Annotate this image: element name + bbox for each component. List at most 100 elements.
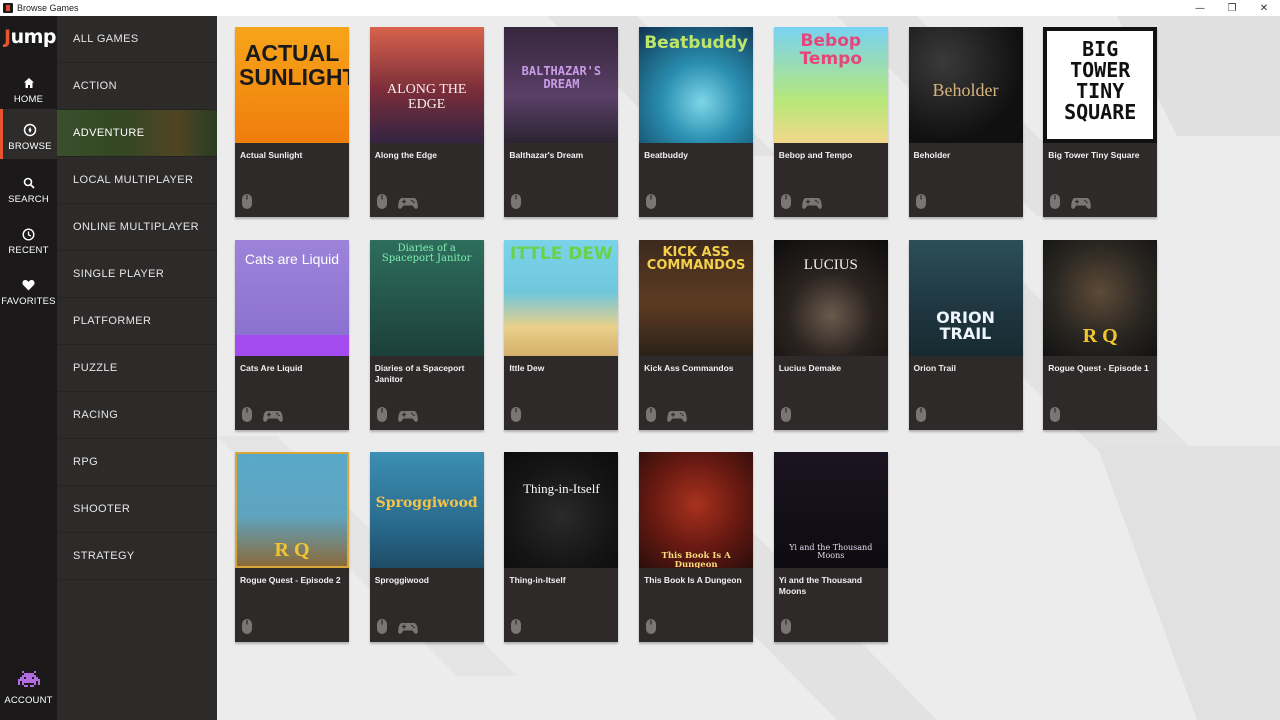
mouse-icon	[241, 406, 253, 428]
rail-item-recent[interactable]: RECENT	[0, 213, 57, 263]
input-support-icons	[241, 406, 283, 428]
game-card-balthazar-s-dream[interactable]: BALTHAZAR'S DREAM Balthazar's Dream	[504, 27, 619, 217]
rail-item-favorites[interactable]: FAVORITES	[0, 264, 57, 314]
category-adventure[interactable]: ADVENTURE	[57, 110, 217, 157]
category-puzzle[interactable]: PUZZLE	[57, 345, 217, 392]
game-card-cats-are-liquid[interactable]: Cats are Liquid Cats Are Liquid	[235, 239, 349, 430]
rail-item-home[interactable]: HOME	[0, 62, 57, 112]
game-cover-art: ITTLE DEW	[504, 239, 619, 356]
input-support-icons	[645, 618, 657, 640]
search-icon	[23, 176, 35, 190]
game-card-beatbuddy[interactable]: Beatbuddy Beatbuddy	[639, 27, 754, 217]
mouse-icon	[915, 406, 927, 428]
input-support-icons	[376, 618, 418, 640]
game-title: Thing-in-Itself	[509, 575, 566, 585]
game-grid-area[interactable]: ACTUAL SUNLIGHT Actual Sunlight ALONG THE …	[217, 16, 1280, 720]
category-rpg[interactable]: RPG	[57, 439, 217, 486]
rail-item-search[interactable]: SEARCH	[0, 162, 57, 212]
game-card-lucius-demake[interactable]: LUCIUS Lucius Demake	[773, 239, 888, 430]
game-card-this-book-is-a-dungeon[interactable]: This Book Is A Dungeon This Book Is A Dun…	[639, 452, 754, 642]
game-card-rogue-quest-episode-2[interactable]: R Q Rogue Quest - Episode 2	[235, 452, 349, 642]
game-title: Rogue Quest - Episode 2	[240, 575, 341, 585]
category-action[interactable]: ACTION	[57, 63, 217, 110]
rail-item-browse[interactable]: BROWSE	[0, 109, 57, 159]
mouse-icon	[645, 618, 657, 640]
game-cover-art: ACTUAL SUNLIGHT	[235, 27, 349, 143]
restore-button[interactable]: ❐	[1216, 0, 1248, 16]
close-button[interactable]: ✕	[1248, 0, 1280, 16]
category-racing[interactable]: RACING	[57, 392, 217, 439]
mouse-icon	[241, 193, 253, 215]
input-support-icons	[376, 406, 418, 428]
window-titlebar: Browse Games — ❐ ✕	[0, 0, 1280, 16]
category-platformer[interactable]: PLATFORMER	[57, 298, 217, 345]
category-online-multiplayer[interactable]: ONLINE MULTIPLAYER	[57, 204, 217, 251]
gamepad-icon	[397, 196, 418, 215]
gamepad-icon	[397, 409, 418, 428]
rail-item-account[interactable]: ACCOUNT	[0, 664, 57, 716]
mouse-icon	[1049, 193, 1061, 215]
game-card-diaries-of-a-spaceport-janitor[interactable]: Diaries of a Spaceport Janitor Diaries of…	[369, 239, 484, 430]
game-card-sproggiwood[interactable]: Sproggiwood Sproggiwood	[369, 452, 484, 642]
game-title: This Book Is A Dungeon	[644, 575, 742, 585]
cover-logo-text: Beatbuddy	[644, 33, 748, 53]
mouse-icon	[510, 618, 522, 640]
game-card-ittle-dew[interactable]: ITTLE DEW Ittle Dew	[504, 239, 619, 430]
category-shooter[interactable]: SHOOTER	[57, 486, 217, 533]
input-support-icons	[510, 618, 522, 640]
game-cover-art: R Q	[1043, 239, 1158, 356]
jump-logo[interactable]: Jump	[4, 26, 57, 48]
game-cover-art: Diaries of a Spaceport Janitor	[369, 239, 484, 356]
game-title: Yi and the Thousand Moons	[778, 575, 863, 596]
game-card-rogue-quest-episode-1[interactable]: R Q Rogue Quest - Episode 1	[1043, 239, 1158, 430]
game-card-actual-sunlight[interactable]: ACTUAL SUNLIGHT Actual Sunlight	[235, 27, 349, 217]
game-title: Balthazar's Dream	[509, 150, 584, 160]
game-card-thing-in-itself[interactable]: Thing-in-Itself Thing-in-Itself	[504, 452, 619, 642]
game-title: Bebop and Tempo	[778, 150, 853, 160]
gamepad-icon	[263, 409, 283, 428]
compass-icon	[23, 123, 37, 137]
game-title: Cats Are Liquid	[240, 362, 303, 373]
game-title: Actual Sunlight	[240, 150, 303, 160]
cover-logo-text: This Book Is A Dungeon	[661, 551, 731, 568]
input-support-icons	[780, 618, 792, 640]
minimize-button[interactable]: —	[1184, 0, 1216, 16]
game-cover-art: Beholder	[908, 27, 1023, 143]
cover-logo-text: R Q	[274, 539, 310, 561]
cover-logo-text: Sproggiwood	[375, 495, 478, 511]
input-support-icons	[915, 406, 927, 428]
cover-logo-text: R Q	[1082, 324, 1118, 347]
mouse-icon	[915, 193, 927, 215]
cover-logo-text: Beholder	[932, 80, 999, 100]
mouse-icon	[376, 193, 388, 215]
mouse-icon	[780, 193, 792, 215]
game-title: Ittle Dew	[509, 362, 545, 373]
game-title: Kick Ass Commandos	[644, 362, 734, 373]
mouse-icon	[376, 406, 388, 428]
game-card-beholder[interactable]: Beholder Beholder	[908, 27, 1023, 217]
cover-logo-text: ORION TRAIL	[936, 307, 995, 344]
game-cover-art: KICK ASS COMMANDOS	[639, 239, 754, 356]
game-cover-art: ORION TRAIL	[908, 239, 1023, 356]
game-card-bebop-and-tempo[interactable]: Bebop Tempo Bebop and Tempo	[773, 27, 888, 217]
game-card-big-tower-tiny-square[interactable]: BIG TOWER TINY SQUARE Big Tower Tiny Squa…	[1043, 27, 1158, 217]
mouse-icon	[510, 193, 522, 215]
gamepad-icon	[397, 621, 418, 640]
input-support-icons	[241, 618, 253, 640]
game-card-yi-and-the-thousand-moons[interactable]: Yi and the Thousand Moons Yi and the Thou…	[773, 452, 888, 642]
category-all-games[interactable]: ALL GAMES	[57, 16, 217, 63]
category-single-player[interactable]: SINGLE PLAYER	[57, 251, 217, 298]
category-local-multiplayer[interactable]: LOCAL MULTIPLAYER	[57, 157, 217, 204]
game-card-along-the-edge[interactable]: ALONG THE EDGE Along the Edge	[369, 27, 484, 217]
game-title: Sproggiwood	[374, 575, 429, 585]
game-cover-art: R Q	[235, 452, 349, 568]
mouse-icon	[780, 406, 792, 428]
cover-logo-text: Thing-in-Itself	[523, 481, 600, 496]
game-card-kick-ass-commandos[interactable]: KICK ASS COMMANDOS Kick Ass Commandos	[639, 239, 754, 430]
cover-logo-text: ITTLE DEW	[510, 243, 613, 264]
category-strategy[interactable]: STRATEGY	[57, 533, 217, 580]
cover-logo-text: KICK ASS COMMANDOS	[646, 244, 746, 274]
input-support-icons	[1049, 406, 1061, 428]
mouse-icon	[241, 618, 253, 640]
game-card-orion-trail[interactable]: ORION TRAIL Orion Trail	[908, 239, 1023, 430]
